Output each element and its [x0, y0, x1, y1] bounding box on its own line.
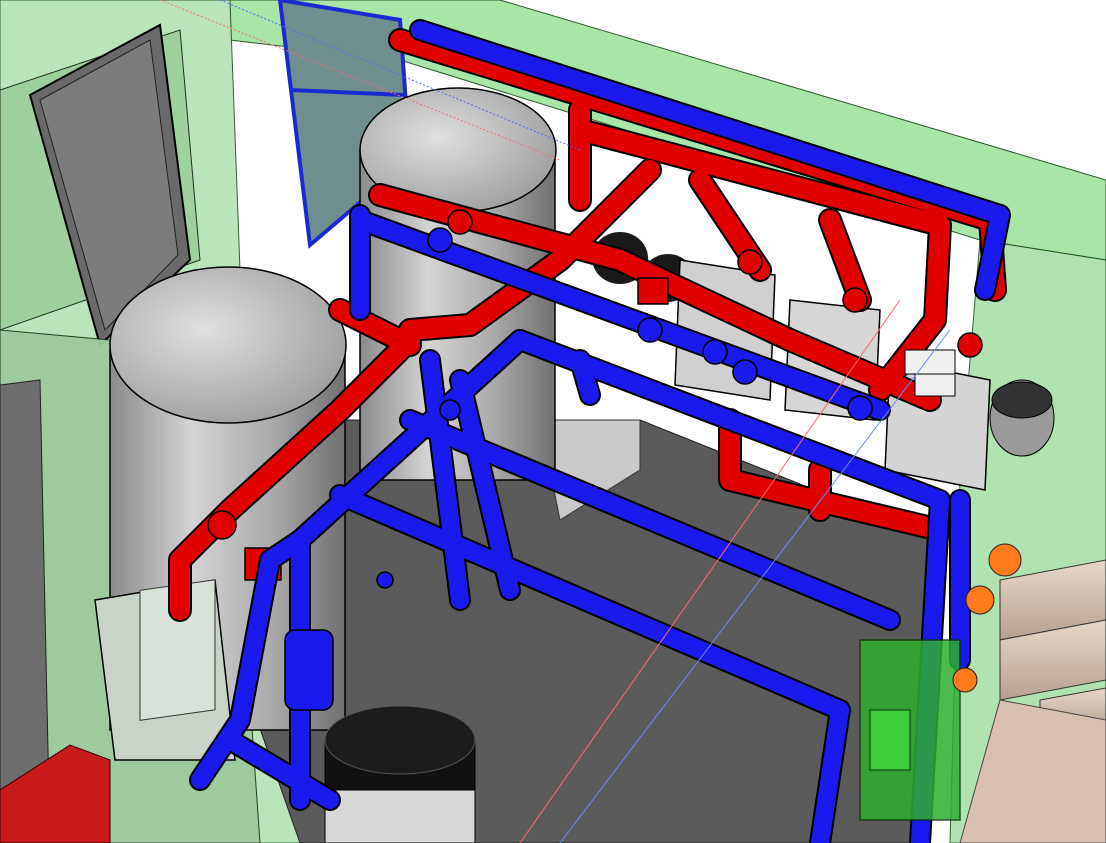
small-expansion-vessel-top — [991, 381, 1053, 419]
pump-orange-2 — [965, 585, 995, 615]
expansion-tank-top — [324, 705, 476, 775]
cold-filter — [284, 629, 334, 711]
cold-pipe-stub — [571, 351, 599, 404]
pump-orange-3 — [952, 667, 978, 693]
hot-flange-4 — [842, 287, 868, 313]
white-fitting-1 — [904, 349, 956, 375]
hot-flange-5 — [957, 332, 983, 358]
white-fitting-2 — [914, 373, 956, 397]
cold-valve-6 — [439, 399, 461, 421]
boiler-room-3d-model — [0, 0, 1106, 843]
hot-flange-1 — [207, 510, 237, 540]
hot-valve-2 — [637, 277, 669, 305]
front-tank-dome — [109, 266, 347, 424]
pump-green-block — [869, 709, 911, 771]
hot-flange-2 — [447, 209, 473, 235]
cold-valve-5 — [427, 227, 453, 253]
cold-valve-1 — [637, 317, 663, 343]
hot-flange-3 — [737, 249, 763, 275]
cold-valve-4 — [847, 395, 873, 421]
pump-orange-1 — [988, 543, 1022, 577]
expansion-tank-band — [324, 789, 476, 843]
cold-valve-7 — [376, 571, 394, 589]
cold-valve-3 — [732, 359, 758, 385]
cold-valve-2 — [702, 339, 728, 365]
